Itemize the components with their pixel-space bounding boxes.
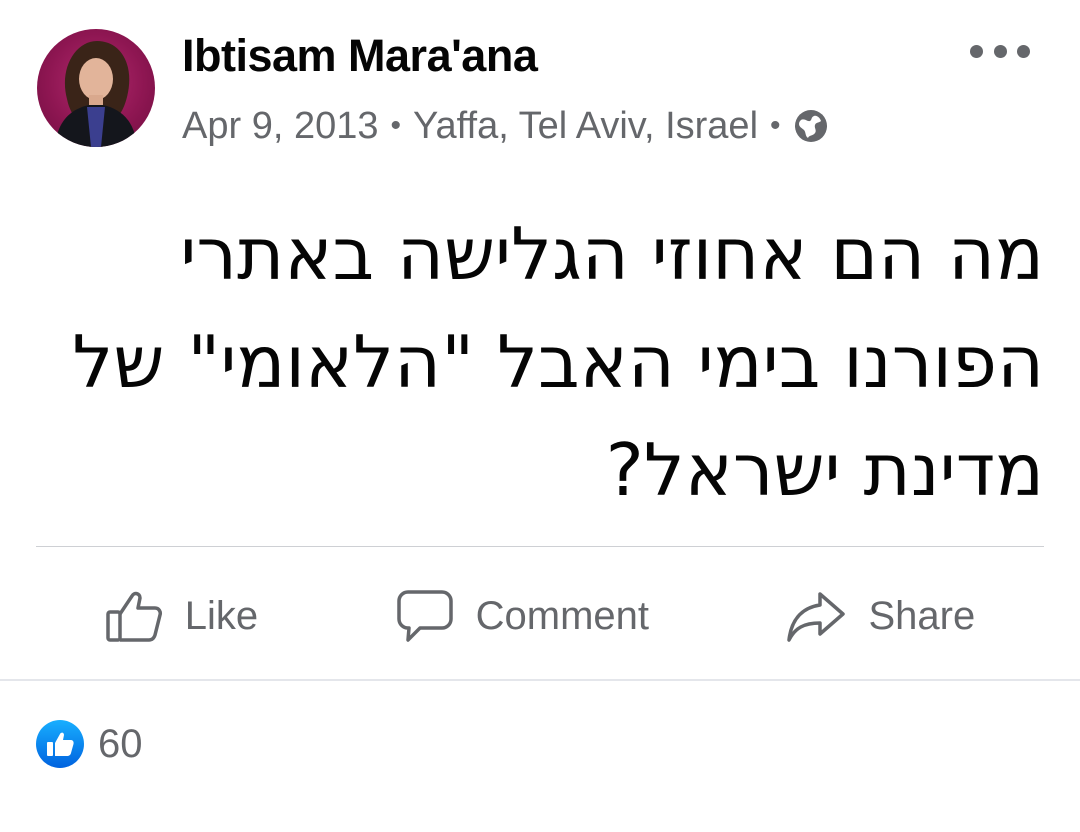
thumbs-up-icon: [105, 588, 163, 644]
comment-label: Comment: [475, 593, 649, 638]
more-options-button[interactable]: [970, 36, 1030, 66]
post-actions-bar: Like Comment Share: [36, 578, 1044, 654]
like-badge-icon: [36, 720, 84, 768]
reaction-count: 60: [98, 721, 143, 766]
more-options-dot: [1017, 44, 1030, 58]
share-button[interactable]: Share: [786, 588, 975, 644]
meta-separator: •: [390, 109, 401, 142]
comment-bubble-icon: [396, 588, 454, 644]
more-options-dot: [970, 44, 983, 58]
reactions-divider: [0, 679, 1080, 681]
actions-divider: [36, 546, 1044, 547]
post-text-line: הפורנו בימי האבל "הלאומי" של: [72, 320, 1044, 404]
more-options-dot: [993, 44, 1007, 58]
post-body: מה הם אחוזי הגלישה באתרי הפורנו בימי האב…: [40, 200, 1044, 524]
post-meta: Apr 9, 2013 • Yaffa, Tel Aviv, Israel •: [182, 104, 829, 148]
post-text-line: מדינת ישראל?: [605, 428, 1044, 512]
post-text-line: מה הם אחוזי הגלישה באתרי: [180, 212, 1044, 296]
like-button[interactable]: Like: [105, 588, 258, 644]
share-label: Share: [868, 593, 976, 638]
post-location[interactable]: Yaffa, Tel Aviv, Israel: [413, 105, 758, 148]
comment-button[interactable]: Comment: [396, 588, 649, 644]
globe-icon[interactable]: [793, 108, 829, 144]
meta-separator: •: [770, 109, 781, 142]
reactions-summary[interactable]: 60: [36, 718, 143, 770]
author-avatar[interactable]: [37, 29, 155, 147]
avatar-portrait-image: [55, 41, 137, 147]
post-date[interactable]: Apr 9, 2013: [182, 105, 378, 148]
like-label: Like: [184, 593, 259, 638]
author-name[interactable]: Ibtisam Mara'ana: [182, 30, 538, 82]
share-arrow-icon: [786, 588, 846, 644]
